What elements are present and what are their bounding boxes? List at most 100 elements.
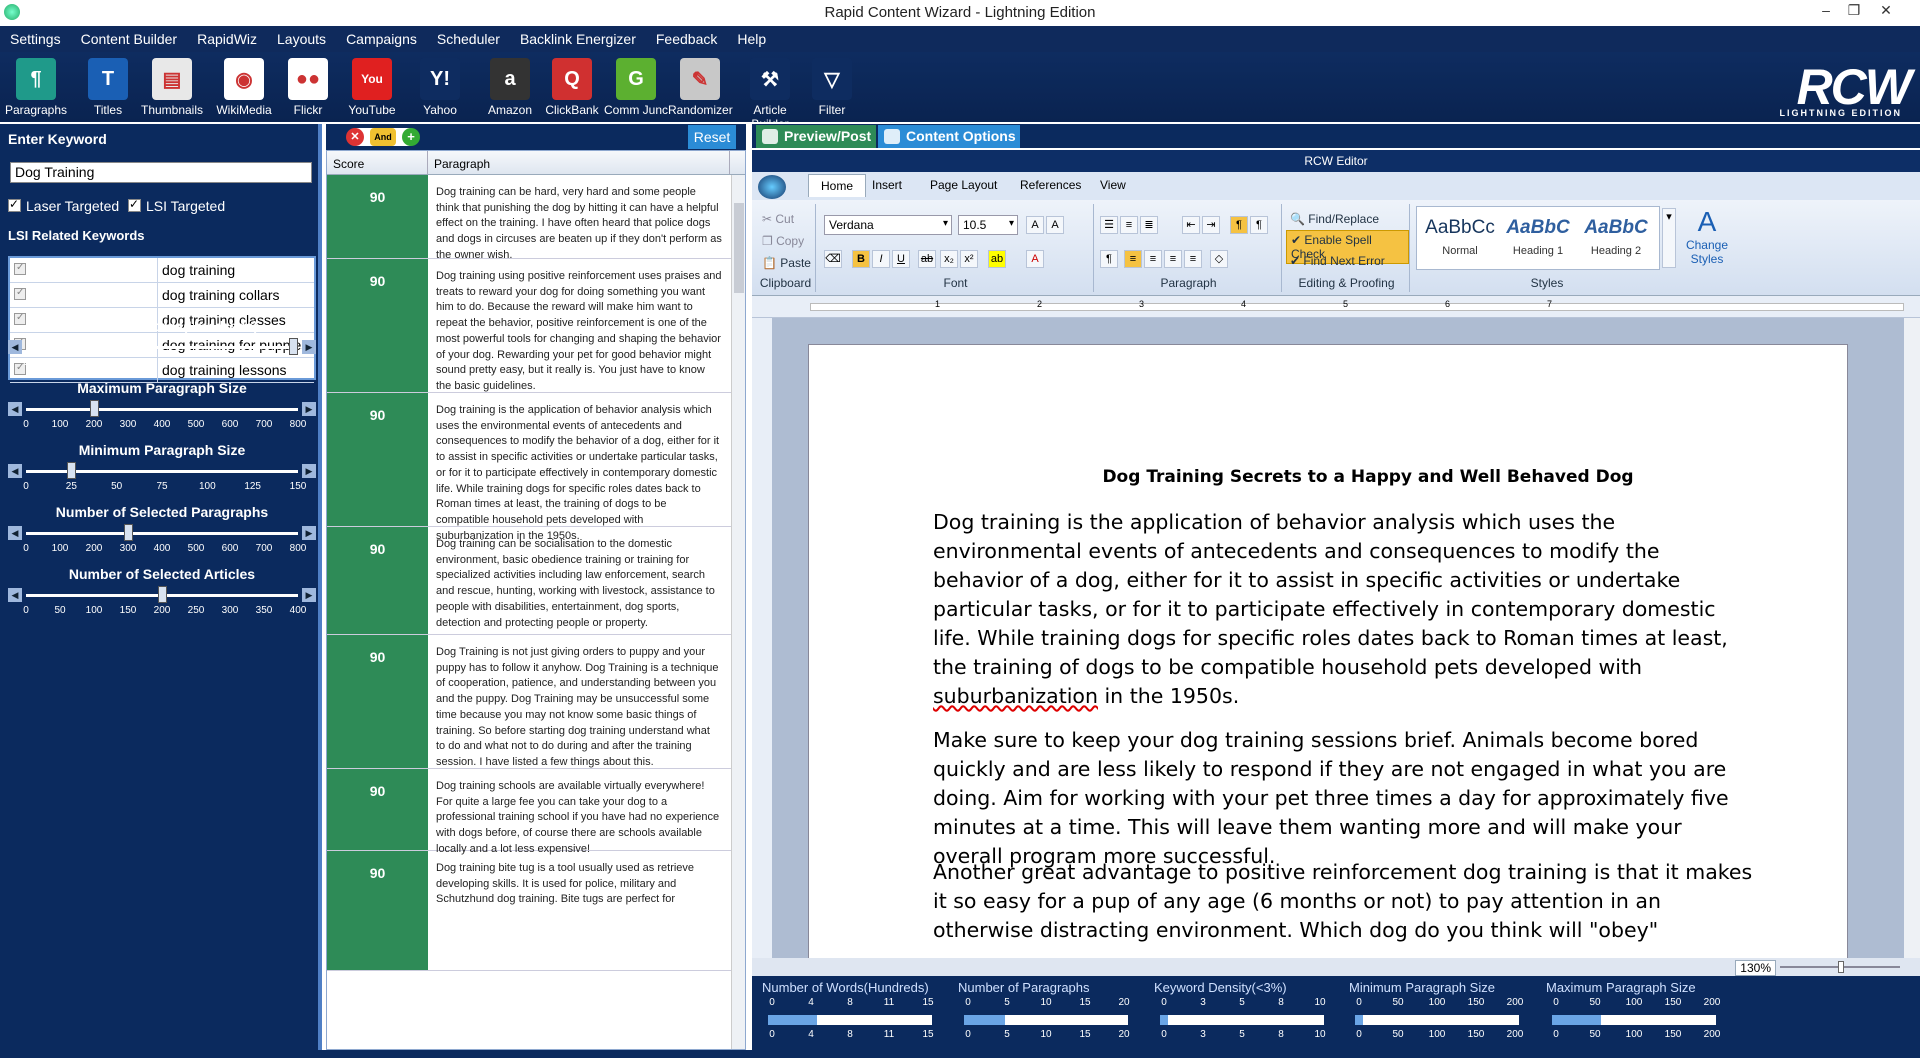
menu-item-help[interactable]: Help — [727, 26, 776, 52]
tab-preview-post[interactable]: Preview/Post — [756, 125, 876, 148]
style-heading-1[interactable]: AaBbC Heading 1 — [1501, 217, 1575, 257]
bullets-icon[interactable]: ☰ — [1100, 216, 1118, 234]
yahoo-button[interactable]: Y! Yahoo — [408, 58, 472, 117]
misspelled-word[interactable]: suburbanization — [933, 684, 1098, 708]
align-center-icon[interactable]: ≡ — [1144, 250, 1162, 268]
table-row[interactable]: 90 Dog training schools are available vir… — [327, 769, 745, 855]
keyword-input[interactable]: Dog Training — [10, 162, 312, 183]
amazon-button[interactable]: a Amazon — [478, 58, 542, 117]
table-row[interactable]: 90 Dog Training is not just giving orders… — [327, 635, 745, 769]
flickr-button[interactable]: ●● Flickr — [276, 58, 340, 117]
paste-button[interactable]: 📋 Paste — [762, 256, 811, 270]
style-heading-2[interactable]: AaBbC Heading 2 — [1579, 217, 1653, 257]
rtl-icon[interactable]: ¶ — [1250, 216, 1268, 234]
bold-icon[interactable]: B — [852, 250, 870, 268]
menu-item-scheduler[interactable]: Scheduler — [427, 26, 510, 52]
paragraph-column-header[interactable]: Paragraph — [428, 151, 730, 174]
clear-format-icon[interactable]: ⌫ — [824, 250, 842, 268]
filter-button[interactable]: ▽ Filter — [800, 58, 864, 117]
font-name-select[interactable]: Verdana — [824, 215, 952, 235]
slider-left-arrow-icon[interactable]: ◀ — [8, 526, 22, 540]
lsi-checkbox[interactable] — [10, 258, 158, 282]
strikethrough-icon[interactable]: ab — [918, 250, 936, 268]
style-normal[interactable]: AaBbCc Normal — [1423, 217, 1497, 257]
lsi-targeted-checkbox[interactable]: LSI Targeted — [128, 197, 225, 214]
slider-thumb[interactable] — [90, 400, 99, 417]
menu-item-campaigns[interactable]: Campaigns — [336, 26, 427, 52]
superscript-icon[interactable]: x² — [960, 250, 978, 268]
show-marks-icon[interactable]: ¶ — [1100, 250, 1118, 268]
slider-right-arrow-icon[interactable]: ▶ — [302, 340, 316, 354]
add-icon[interactable]: + — [402, 128, 420, 146]
menu-item-settings[interactable]: Settings — [0, 26, 71, 52]
align-left-icon[interactable]: ≡ — [1124, 250, 1142, 268]
lsi-checkbox[interactable] — [10, 283, 158, 307]
cut-button[interactable]: ✂ Cut — [762, 212, 794, 226]
table-row[interactable]: 90 Dog training bite tug is a tool usuall… — [327, 851, 745, 971]
font-color-icon[interactable]: A — [1026, 250, 1044, 268]
slider-thumb[interactable] — [67, 462, 77, 479]
thumbnails-button[interactable]: ▤ Thumbnails — [140, 58, 204, 117]
lsi-keyword-row[interactable]: dog training collars — [10, 283, 314, 308]
score-column-header[interactable]: Score — [327, 151, 428, 174]
minimize-icon[interactable]: – — [1812, 0, 1840, 22]
align-right-icon[interactable]: ≡ — [1164, 250, 1182, 268]
restore-icon[interactable]: ❐ — [1840, 0, 1868, 22]
increase-indent-icon[interactable]: ⇥ — [1202, 216, 1220, 234]
tab-content-options[interactable]: Content Options — [878, 125, 1020, 148]
clickbank-button[interactable]: Q ClickBank — [540, 58, 604, 117]
menu-item-backlink-energizer[interactable]: Backlink Energizer — [510, 26, 646, 52]
menu-item-content-builder[interactable]: Content Builder — [71, 26, 188, 52]
and-toggle[interactable]: ✕ And + — [346, 128, 420, 146]
tab-home[interactable]: Home — [808, 174, 867, 197]
styles-scroll[interactable]: ▾ — [1662, 208, 1676, 268]
document-scrollbar[interactable] — [1904, 318, 1920, 958]
font-size-select[interactable]: 10.5 — [958, 215, 1018, 235]
titles-button[interactable]: T Titles — [76, 58, 140, 117]
tab-references[interactable]: References — [1020, 178, 1081, 192]
zoom-slider[interactable] — [1838, 961, 1844, 973]
find-next-error-button[interactable]: ✔ Find Next Error — [1290, 254, 1385, 268]
slider-track[interactable]: ◀ ▶ — [8, 462, 316, 479]
slider-thumb[interactable] — [158, 586, 167, 603]
change-styles-button[interactable]: A Change Styles — [1682, 206, 1732, 266]
grid-scrollbar[interactable] — [731, 175, 745, 1049]
slider-right-arrow-icon[interactable]: ▶ — [302, 402, 316, 416]
slider-track[interactable]: ◀ ▶ — [8, 400, 316, 417]
lsi-keyword-row[interactable]: dog training — [10, 258, 314, 283]
tab-page-layout[interactable]: Page Layout — [930, 178, 997, 192]
youtube-button[interactable]: You YouTube — [340, 58, 404, 117]
wikimedia-button[interactable]: ◉ WikiMedia — [212, 58, 276, 117]
slider-right-arrow-icon[interactable]: ▶ — [302, 588, 316, 602]
document-page[interactable]: Dog Training Secrets to a Happy and Well… — [808, 344, 1848, 958]
table-row[interactable]: 90 Dog training is the application of beh… — [327, 393, 745, 542]
close-icon[interactable]: ✕ — [1872, 0, 1900, 22]
justify-icon[interactable]: ≡ — [1184, 250, 1202, 268]
slider-track[interactable]: ◀ ▶ — [8, 586, 316, 603]
table-row[interactable]: 90 Dog training can be hard, very hard an… — [327, 175, 745, 261]
underline-icon[interactable]: U — [892, 250, 910, 268]
slider-left-arrow-icon[interactable]: ◀ — [8, 464, 22, 478]
shading-icon[interactable]: ◇ — [1210, 250, 1228, 268]
table-row[interactable]: 90 Dog training using positive reinforcem… — [327, 259, 745, 393]
slider-track[interactable]: ◀ ▶ — [8, 338, 316, 355]
slider-right-arrow-icon[interactable]: ▶ — [302, 464, 316, 478]
laser-targeted-checkbox[interactable]: Laser Targeted — [8, 197, 119, 214]
remove-icon[interactable]: ✕ — [346, 128, 364, 146]
reset-button[interactable]: Reset — [688, 125, 736, 149]
slider-left-arrow-icon[interactable]: ◀ — [8, 588, 22, 602]
slider-right-arrow-icon[interactable]: ▶ — [302, 526, 316, 540]
ltr-icon[interactable]: ¶ — [1230, 216, 1248, 234]
commjunction-button[interactable]: G Comm Junc — [604, 58, 668, 117]
randomizer-button[interactable]: ✎ Randomizer — [668, 58, 733, 117]
zoom-level[interactable]: 130% — [1735, 960, 1776, 976]
slider-track[interactable]: ◀ ▶ — [8, 524, 316, 541]
slider-left-arrow-icon[interactable]: ◀ — [8, 340, 22, 354]
menu-item-rapidwiz[interactable]: RapidWiz — [187, 26, 267, 52]
find-replace-button[interactable]: 🔍 Find/Replace — [1290, 212, 1379, 226]
tab-view[interactable]: View — [1100, 178, 1126, 192]
slider-thumb[interactable] — [288, 338, 298, 355]
numbering-icon[interactable]: ≡ — [1120, 216, 1138, 234]
shrink-font-icon[interactable]: A — [1046, 216, 1064, 234]
copy-button[interactable]: ❐ Copy — [762, 234, 804, 248]
